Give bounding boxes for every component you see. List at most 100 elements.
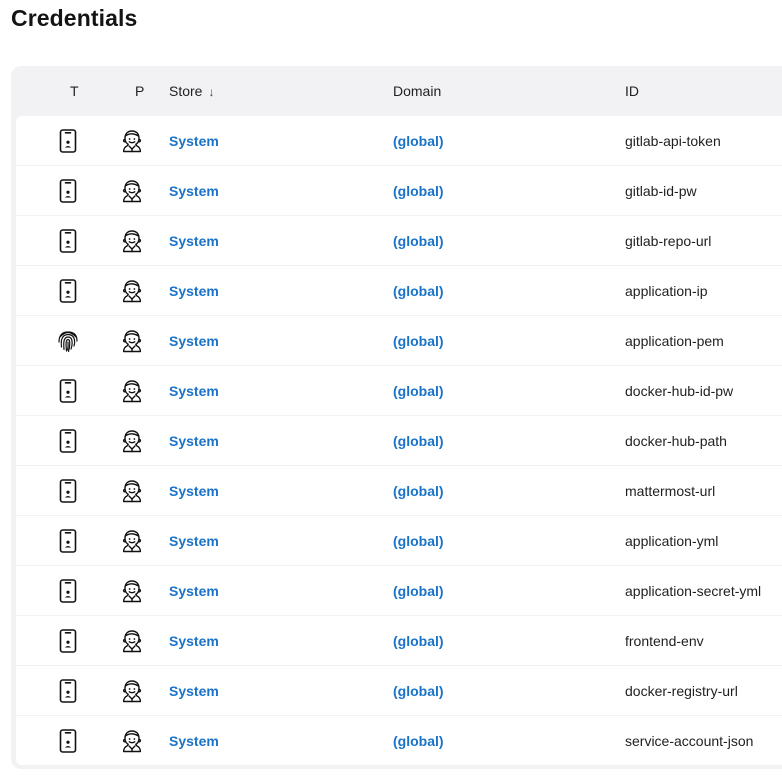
domain-link[interactable]: (global) [393, 233, 444, 249]
jenkins-icon [120, 229, 144, 253]
table-row: System (global) gitlab-id-pw [16, 166, 782, 215]
domain-link[interactable]: (global) [393, 733, 444, 749]
page-title: Credentials [11, 5, 138, 31]
store-link[interactable]: System [169, 633, 219, 649]
jenkins-icon [120, 529, 144, 553]
jenkins-icon [120, 579, 144, 603]
table-row: System (global) application-yml [16, 516, 782, 565]
jenkins-icon [120, 729, 144, 753]
store-link[interactable]: System [169, 683, 219, 699]
credential-id: application-pem [625, 332, 724, 349]
type-cell [56, 116, 80, 165]
provider-cell [119, 366, 145, 415]
store-link[interactable]: System [169, 583, 219, 599]
jenkins-icon [120, 179, 144, 203]
table-row: System (global) gitlab-api-token [16, 116, 782, 165]
store-link[interactable]: System [169, 433, 219, 449]
jenkins-icon [120, 329, 144, 353]
type-cell [56, 616, 80, 665]
credential-id: gitlab-api-token [625, 132, 721, 149]
table-header: T P Store ↓ Domain ID [11, 66, 782, 116]
table-row: System (global) service-account-json [16, 716, 782, 765]
credential-id: frontend-env [625, 632, 704, 649]
type-cell [56, 566, 80, 615]
table-row: System (global) application-ip [16, 266, 782, 315]
phone-icon [59, 428, 77, 453]
domain-link[interactable]: (global) [393, 283, 444, 299]
table-row: System (global) gitlab-repo-url [16, 216, 782, 265]
type-cell [56, 466, 80, 515]
store-link[interactable]: System [169, 183, 219, 199]
jenkins-icon [120, 379, 144, 403]
type-cell [56, 266, 80, 315]
table-row: System (global) application-pem [16, 316, 782, 365]
header-store-label: Store [169, 83, 203, 99]
header-id: ID [625, 83, 639, 99]
phone-icon [59, 478, 77, 503]
phone-icon [59, 378, 77, 403]
domain-link[interactable]: (global) [393, 483, 444, 499]
domain-link[interactable]: (global) [393, 433, 444, 449]
type-cell [56, 716, 80, 765]
jenkins-icon [120, 679, 144, 703]
store-link[interactable]: System [169, 283, 219, 299]
table-row: System (global) application-secret-yml [16, 566, 782, 615]
credential-id: docker-hub-id-pw [625, 382, 734, 399]
header-type: T [70, 83, 79, 99]
table-body: System (global) gitlab-api-token System … [16, 116, 782, 766]
type-cell [56, 366, 80, 415]
provider-cell [119, 516, 145, 565]
provider-cell [119, 416, 145, 465]
jenkins-icon [120, 629, 144, 653]
domain-link[interactable]: (global) [393, 133, 444, 149]
domain-link[interactable]: (global) [393, 583, 444, 599]
type-cell [56, 416, 80, 465]
phone-icon [59, 128, 77, 153]
jenkins-icon [120, 279, 144, 303]
store-link[interactable]: System [169, 533, 219, 549]
provider-cell [119, 166, 145, 215]
type-cell [56, 666, 80, 715]
header-store-sort[interactable]: Store ↓ [169, 83, 214, 99]
store-link[interactable]: System [169, 483, 219, 499]
credentials-table: T P Store ↓ Domain ID System (global) git… [11, 66, 782, 769]
store-link[interactable]: System [169, 383, 219, 399]
sort-descending-icon: ↓ [208, 85, 215, 99]
phone-icon [59, 228, 77, 253]
jenkins-icon [120, 479, 144, 503]
phone-icon [59, 578, 77, 603]
domain-link[interactable]: (global) [393, 183, 444, 199]
credential-id: application-secret-yml [625, 582, 762, 599]
jenkins-icon [120, 429, 144, 453]
credential-id: docker-registry-url [625, 682, 738, 699]
credential-id: mattermost-url [625, 482, 716, 499]
provider-cell [119, 466, 145, 515]
provider-cell [119, 666, 145, 715]
table-row: System (global) mattermost-url [16, 466, 782, 515]
provider-cell [119, 616, 145, 665]
type-cell [56, 216, 80, 265]
store-link[interactable]: System [169, 233, 219, 249]
domain-link[interactable]: (global) [393, 333, 444, 349]
store-link[interactable]: System [169, 133, 219, 149]
domain-link[interactable]: (global) [393, 533, 444, 549]
credential-id: gitlab-id-pw [625, 182, 697, 199]
domain-link[interactable]: (global) [393, 683, 444, 699]
credential-id: service-account-json [625, 732, 754, 749]
domain-link[interactable]: (global) [393, 383, 444, 399]
provider-cell [119, 116, 145, 165]
table-row: System (global) docker-registry-url [16, 666, 782, 715]
jenkins-icon [120, 129, 144, 153]
store-link[interactable]: System [169, 733, 219, 749]
credential-id: gitlab-repo-url [625, 232, 712, 249]
table-row: System (global) docker-hub-id-pw [16, 366, 782, 415]
phone-icon [59, 278, 77, 303]
header-provider: P [135, 83, 145, 99]
phone-icon [59, 728, 77, 753]
provider-cell [119, 266, 145, 315]
store-link[interactable]: System [169, 333, 219, 349]
phone-icon [59, 628, 77, 653]
domain-link[interactable]: (global) [393, 633, 444, 649]
provider-cell [119, 216, 145, 265]
credential-id: docker-hub-path [625, 432, 727, 449]
